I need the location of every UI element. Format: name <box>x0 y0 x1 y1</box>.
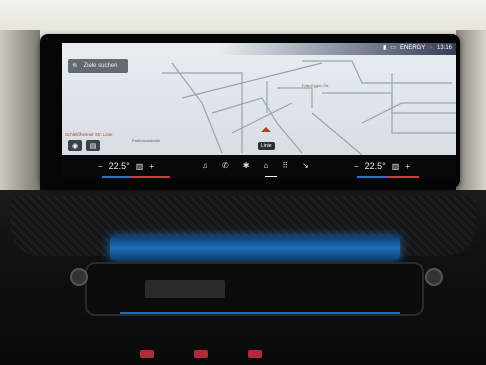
signal-icon: ▮ <box>383 45 387 51</box>
apps-icon[interactable]: ⠿ <box>282 161 288 170</box>
map-street-label: Fritz-Egger-Str. <box>302 83 330 88</box>
home-active-indicator <box>265 176 277 177</box>
temp-right-value[interactable]: 22.5° <box>365 161 386 171</box>
eye-icon: ◉ <box>71 142 79 150</box>
navigation-map[interactable]: ▮ ▭ ENERGY ● 13:16 🔍 Ziele suchen Fritz-… <box>62 43 456 155</box>
status-bar: ▮ ▭ ENERGY ● 13:16 <box>62 43 456 55</box>
temp-left-warm-bar <box>130 176 170 178</box>
temp-right-minus-button[interactable]: − <box>354 162 359 171</box>
air-vent <box>85 262 424 316</box>
map-view-button[interactable]: ◉ <box>68 140 82 151</box>
seat-heat-right-icon[interactable]: ▥ <box>392 162 400 171</box>
fan-icon[interactable]: ✱ <box>243 161 250 170</box>
map-layer-button[interactable]: ▤ <box>86 140 100 151</box>
layers-icon: ▤ <box>89 142 97 150</box>
temp-left-minus-button[interactable]: − <box>98 162 103 171</box>
app-dock: ♫ ✆ ✱ ⌂ ⠿ ↘ <box>202 161 309 170</box>
temp-right-plus-button[interactable]: + <box>405 162 410 171</box>
vent-control[interactable] <box>145 280 225 298</box>
temp-left-value[interactable]: 22.5° <box>109 161 130 171</box>
route-tooltip: Linie <box>258 142 275 150</box>
clock: 13:16 <box>436 44 452 51</box>
map-poi-label: Parkhausstraße <box>132 138 161 143</box>
hazard-controls <box>140 350 262 358</box>
temp-right-warm-bar <box>387 176 419 178</box>
battery-icon: ▭ <box>390 45 397 51</box>
search-field[interactable]: 🔍 Ziele suchen <box>68 59 128 73</box>
record-icon: ● <box>429 44 433 51</box>
vent-knob-left[interactable] <box>70 268 88 286</box>
climate-right: − 22.5° ▥ + <box>354 161 410 171</box>
search-icon: 🔍 <box>72 63 80 70</box>
trim-accent-line <box>120 312 400 314</box>
seat-icon[interactable]: ↘ <box>302 161 309 170</box>
energy-label: ENERGY <box>400 44 426 51</box>
temp-left-cool-bar <box>102 176 130 178</box>
control-button-3[interactable] <box>248 350 262 358</box>
bottom-bar: − 22.5° ▥ + ♫ ✆ ✱ ⌂ ⠿ ↘ − 22.5° ▥ + <box>62 155 456 179</box>
temp-right-cool-bar <box>357 176 387 178</box>
seat-heat-left-icon[interactable]: ▥ <box>136 162 144 171</box>
ambient-light-bar <box>110 236 400 260</box>
control-button-2[interactable] <box>194 350 208 358</box>
control-button-1[interactable] <box>140 350 154 358</box>
home-icon[interactable]: ⌂ <box>263 161 268 170</box>
temp-left-plus-button[interactable]: + <box>149 162 154 171</box>
car-position-icon <box>261 127 271 132</box>
search-placeholder: Ziele suchen <box>83 63 118 69</box>
infotainment-screen: ▮ ▭ ENERGY ● 13:16 🔍 Ziele suchen Fritz-… <box>62 43 456 179</box>
phone-icon[interactable]: ✆ <box>222 161 229 170</box>
climate-left: − 22.5° ▥ + <box>98 161 154 171</box>
media-icon[interactable]: ♫ <box>202 161 208 170</box>
vent-knob-right[interactable] <box>425 268 443 286</box>
lane-info: Schleißheimer Str. Linie <box>65 132 113 137</box>
